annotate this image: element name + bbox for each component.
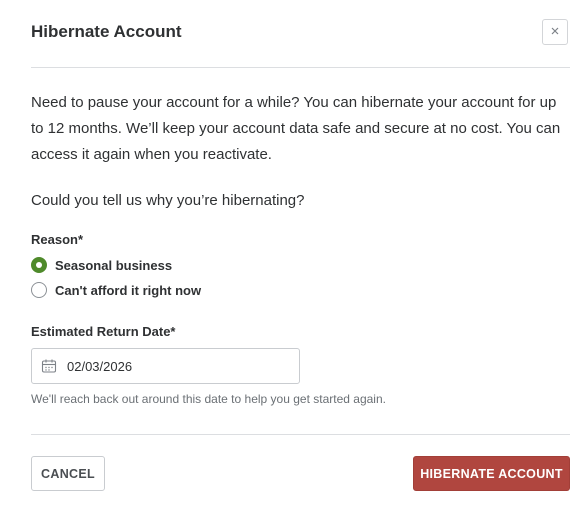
question-text: Could you tell us why you’re hibernating… <box>31 192 305 209</box>
radio-checked-icon[interactable] <box>31 257 47 273</box>
return-date-label: Estimated Return Date* <box>31 324 176 339</box>
reason-option-seasonal-business[interactable]: Seasonal business <box>31 257 172 273</box>
reason-label: Reason* <box>31 232 84 247</box>
cancel-button[interactable]: CANCEL <box>31 456 105 491</box>
calendar-icon <box>41 358 57 374</box>
return-date-value: 02/03/2026 <box>67 358 133 374</box>
hibernate-account-dialog: Hibernate Account Need to pause your acc… <box>0 0 578 512</box>
reason-option-label: Seasonal business <box>55 257 173 273</box>
return-date-hint: We'll reach back out around this date to… <box>31 392 386 406</box>
description-text: Need to pause your account for a while? … <box>31 94 561 163</box>
close-icon <box>550 23 560 41</box>
header-divider <box>31 67 570 68</box>
reason-option-label: Can't afford it right now <box>55 282 202 298</box>
reason-option-cant-afford[interactable]: Can't afford it right now <box>31 282 201 298</box>
close-button[interactable] <box>542 19 568 45</box>
dialog-title: Hibernate Account <box>31 22 182 41</box>
return-date-field[interactable]: 02/03/2026 <box>31 348 300 384</box>
radio-unchecked-icon[interactable] <box>31 282 47 298</box>
hibernate-account-button[interactable]: HIBERNATE ACCOUNT <box>413 456 570 491</box>
footer-divider <box>31 434 570 435</box>
